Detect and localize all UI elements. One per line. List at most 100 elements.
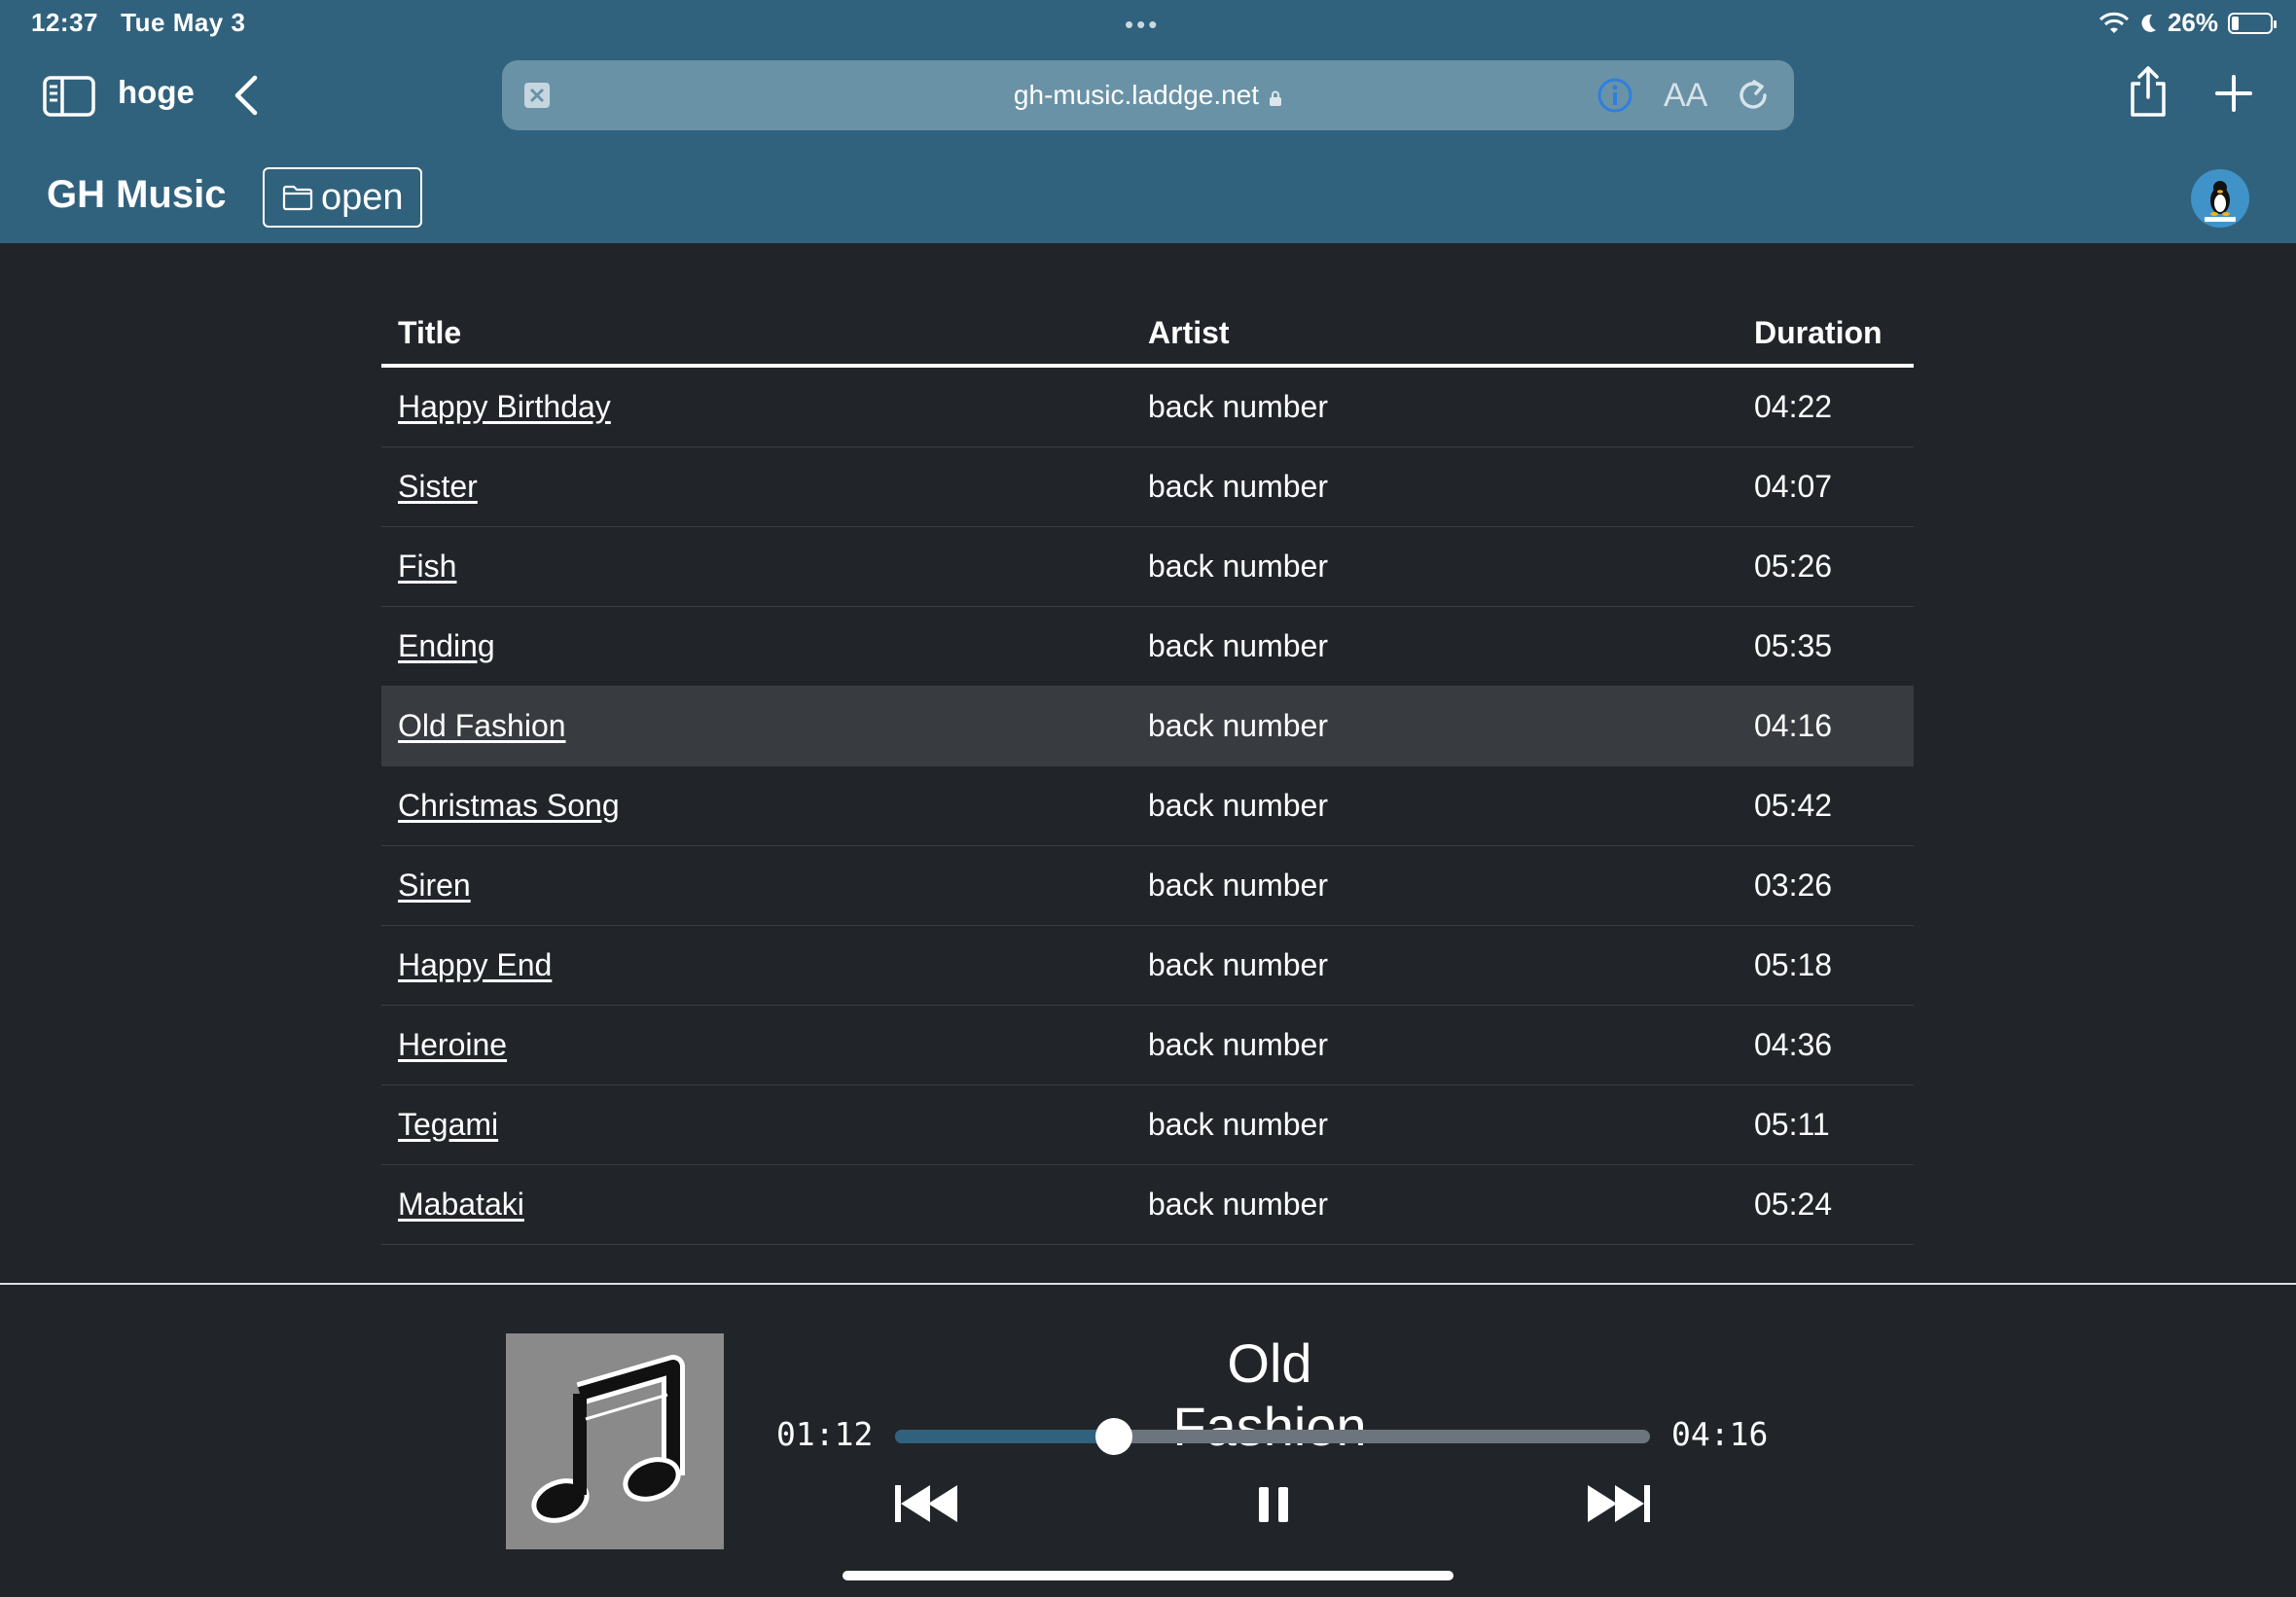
table-row[interactable]: Happy Birthday back number 04:22 xyxy=(381,366,1914,447)
text-size-button[interactable]: AA xyxy=(1664,77,1707,115)
url-text: gh-music.laddge.net xyxy=(1013,80,1260,110)
song-duration: 05:18 xyxy=(1738,925,1914,1006)
song-title-link[interactable]: Old Fashion xyxy=(398,708,566,743)
music-note-icon xyxy=(531,1355,685,1523)
open-folder-button[interactable]: open xyxy=(263,167,422,228)
song-title-link[interactable]: Ending xyxy=(398,628,495,663)
song-duration: 05:24 xyxy=(1738,1164,1914,1245)
status-date: Tue May 3 xyxy=(121,8,246,37)
song-artist: back number xyxy=(1131,366,1738,447)
column-header-title: Title xyxy=(381,302,1131,368)
song-title-cell: Happy End xyxy=(381,925,1131,1006)
column-header-duration: Duration xyxy=(1738,302,1914,368)
song-artist: back number xyxy=(1131,1084,1738,1165)
song-title-cell: Fish xyxy=(381,526,1131,607)
penguin-logo-icon xyxy=(2205,181,2236,222)
song-title-link[interactable]: Siren xyxy=(398,868,471,903)
battery-percent: 26% xyxy=(2167,8,2218,37)
song-duration: 05:11 xyxy=(1738,1084,1914,1165)
current-time: 01:12 xyxy=(776,1415,874,1453)
battery-icon xyxy=(2228,12,2277,34)
song-title-link[interactable]: Mabataki xyxy=(398,1187,524,1222)
open-button-label: open xyxy=(321,176,404,218)
song-title-link[interactable]: Heroine xyxy=(398,1027,507,1062)
table-row[interactable]: Christmas Song back number 05:42 xyxy=(381,765,1914,846)
song-title-cell: Heroine xyxy=(381,1005,1131,1085)
song-duration: 04:22 xyxy=(1738,366,1914,447)
song-title-cell: Siren xyxy=(381,845,1131,926)
song-title-cell: Ending xyxy=(381,606,1131,687)
seek-progress xyxy=(895,1430,1115,1443)
avatar[interactable] xyxy=(2191,169,2249,228)
song-title-link[interactable]: Happy End xyxy=(398,947,552,982)
song-title-link[interactable]: Tegami xyxy=(398,1107,498,1142)
reload-icon[interactable] xyxy=(1734,76,1773,115)
table-row[interactable]: Mabataki back number 05:24 xyxy=(381,1164,1914,1245)
lock-icon xyxy=(1270,90,1282,106)
table-row[interactable]: Tegami back number 05:11 xyxy=(381,1084,1914,1165)
song-table: Title Artist Duration Happy Birthday bac… xyxy=(381,302,1914,1245)
album-cover xyxy=(506,1333,724,1549)
table-row-now-playing[interactable]: Old Fashion back number 04:16 xyxy=(381,686,1914,766)
song-duration: 04:36 xyxy=(1738,1005,1914,1085)
song-title-cell: Sister xyxy=(381,446,1131,527)
address-bar[interactable]: gh-music.laddge.net AA xyxy=(502,60,1794,130)
text-size-label: AA xyxy=(1664,77,1708,114)
status-indicators: 26% xyxy=(2099,8,2277,38)
home-indicator[interactable] xyxy=(843,1571,1453,1580)
pause-icon[interactable] xyxy=(1257,1483,1290,1524)
status-clock: 12:37 xyxy=(31,8,98,37)
table-header-row: Title Artist Duration xyxy=(381,302,1914,368)
song-artist: back number xyxy=(1131,845,1738,926)
song-title-link[interactable]: Fish xyxy=(398,549,456,584)
song-duration: 04:16 xyxy=(1738,686,1914,766)
seek-bar[interactable] xyxy=(895,1418,1650,1455)
table-row[interactable]: Happy End back number 05:18 xyxy=(381,925,1914,1006)
song-artist: back number xyxy=(1131,765,1738,846)
song-title-link[interactable]: Sister xyxy=(398,469,478,504)
song-duration: 05:35 xyxy=(1738,606,1914,687)
song-duration: 05:42 xyxy=(1738,765,1914,846)
song-duration: 04:07 xyxy=(1738,446,1914,527)
table-row[interactable]: Sister back number 04:07 xyxy=(381,446,1914,527)
table-row[interactable]: Siren back number 03:26 xyxy=(381,845,1914,926)
wifi-icon xyxy=(2099,12,2129,33)
tab-group-name[interactable]: hoge xyxy=(118,74,195,111)
column-header-artist: Artist xyxy=(1131,302,1738,368)
status-time: 12:37 Tue May 3 xyxy=(31,8,245,38)
moon-icon xyxy=(2141,14,2156,32)
song-artist: back number xyxy=(1131,526,1738,607)
song-title-cell: Tegami xyxy=(381,1084,1131,1165)
chevron-left-icon[interactable] xyxy=(230,74,263,117)
plus-icon[interactable] xyxy=(2214,74,2253,113)
total-duration: 04:16 xyxy=(1671,1415,1769,1453)
browser-header: 12:37 Tue May 3 ••• 26% hoge gh-music.la… xyxy=(0,0,2296,243)
share-icon[interactable] xyxy=(2127,64,2170,119)
song-title-cell: Mabataki xyxy=(381,1164,1131,1245)
song-artist: back number xyxy=(1131,1164,1738,1245)
seek-thumb[interactable] xyxy=(1095,1418,1133,1455)
battery-level xyxy=(2232,16,2239,30)
song-title-link[interactable]: Christmas Song xyxy=(398,788,620,823)
table-row[interactable]: Ending back number 05:35 xyxy=(381,606,1914,687)
song-artist: back number xyxy=(1131,686,1738,766)
song-artist: back number xyxy=(1131,606,1738,687)
info-icon[interactable] xyxy=(1596,76,1634,115)
multitasking-dots[interactable]: ••• xyxy=(1125,10,1160,40)
table-row[interactable]: Heroine back number 04:36 xyxy=(381,1005,1914,1085)
folder-icon xyxy=(282,185,313,211)
sidebar-icon[interactable] xyxy=(43,76,95,117)
player-bar: Old Fashion 01:12 04:16 xyxy=(0,1283,2296,1597)
song-duration: 05:26 xyxy=(1738,526,1914,607)
song-title-cell: Happy Birthday xyxy=(381,366,1131,447)
table-row[interactable]: Fish back number 05:26 xyxy=(381,526,1914,607)
next-track-icon[interactable] xyxy=(1586,1483,1650,1524)
song-artist: back number xyxy=(1131,1005,1738,1085)
song-title-cell: Old Fashion xyxy=(381,686,1131,766)
song-duration: 03:26 xyxy=(1738,845,1914,926)
song-artist: back number xyxy=(1131,446,1738,527)
song-title-cell: Christmas Song xyxy=(381,765,1131,846)
app-title[interactable]: GH Music xyxy=(47,173,226,217)
previous-track-icon[interactable] xyxy=(895,1483,959,1524)
song-title-link[interactable]: Happy Birthday xyxy=(398,389,611,424)
